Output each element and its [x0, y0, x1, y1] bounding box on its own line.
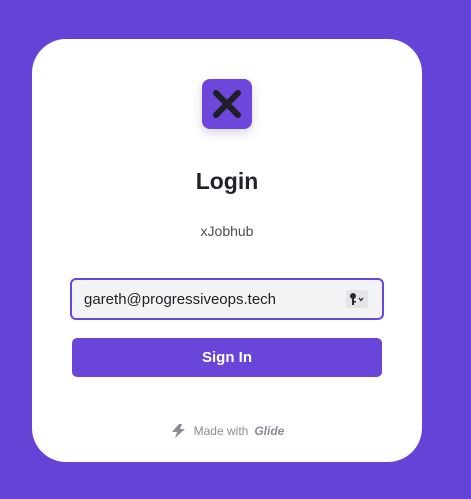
password-manager-button[interactable]: [346, 290, 368, 308]
app-logo-icon: [202, 79, 252, 129]
email-field[interactable]: [84, 280, 334, 318]
key-icon: [350, 293, 364, 305]
made-with-glide[interactable]: Made with Glide: [32, 423, 422, 439]
app-name: xJobhub: [200, 223, 254, 239]
glide-bolt-icon: [171, 424, 185, 438]
sign-in-button[interactable]: Sign In: [72, 338, 382, 377]
login-card: Login xJobhub Sign In Made with Glide: [32, 39, 422, 462]
email-field-container: [70, 278, 384, 320]
made-with-label: Made with: [193, 424, 249, 438]
page-title: Login: [195, 168, 259, 194]
glide-brand: Glide: [254, 424, 285, 438]
